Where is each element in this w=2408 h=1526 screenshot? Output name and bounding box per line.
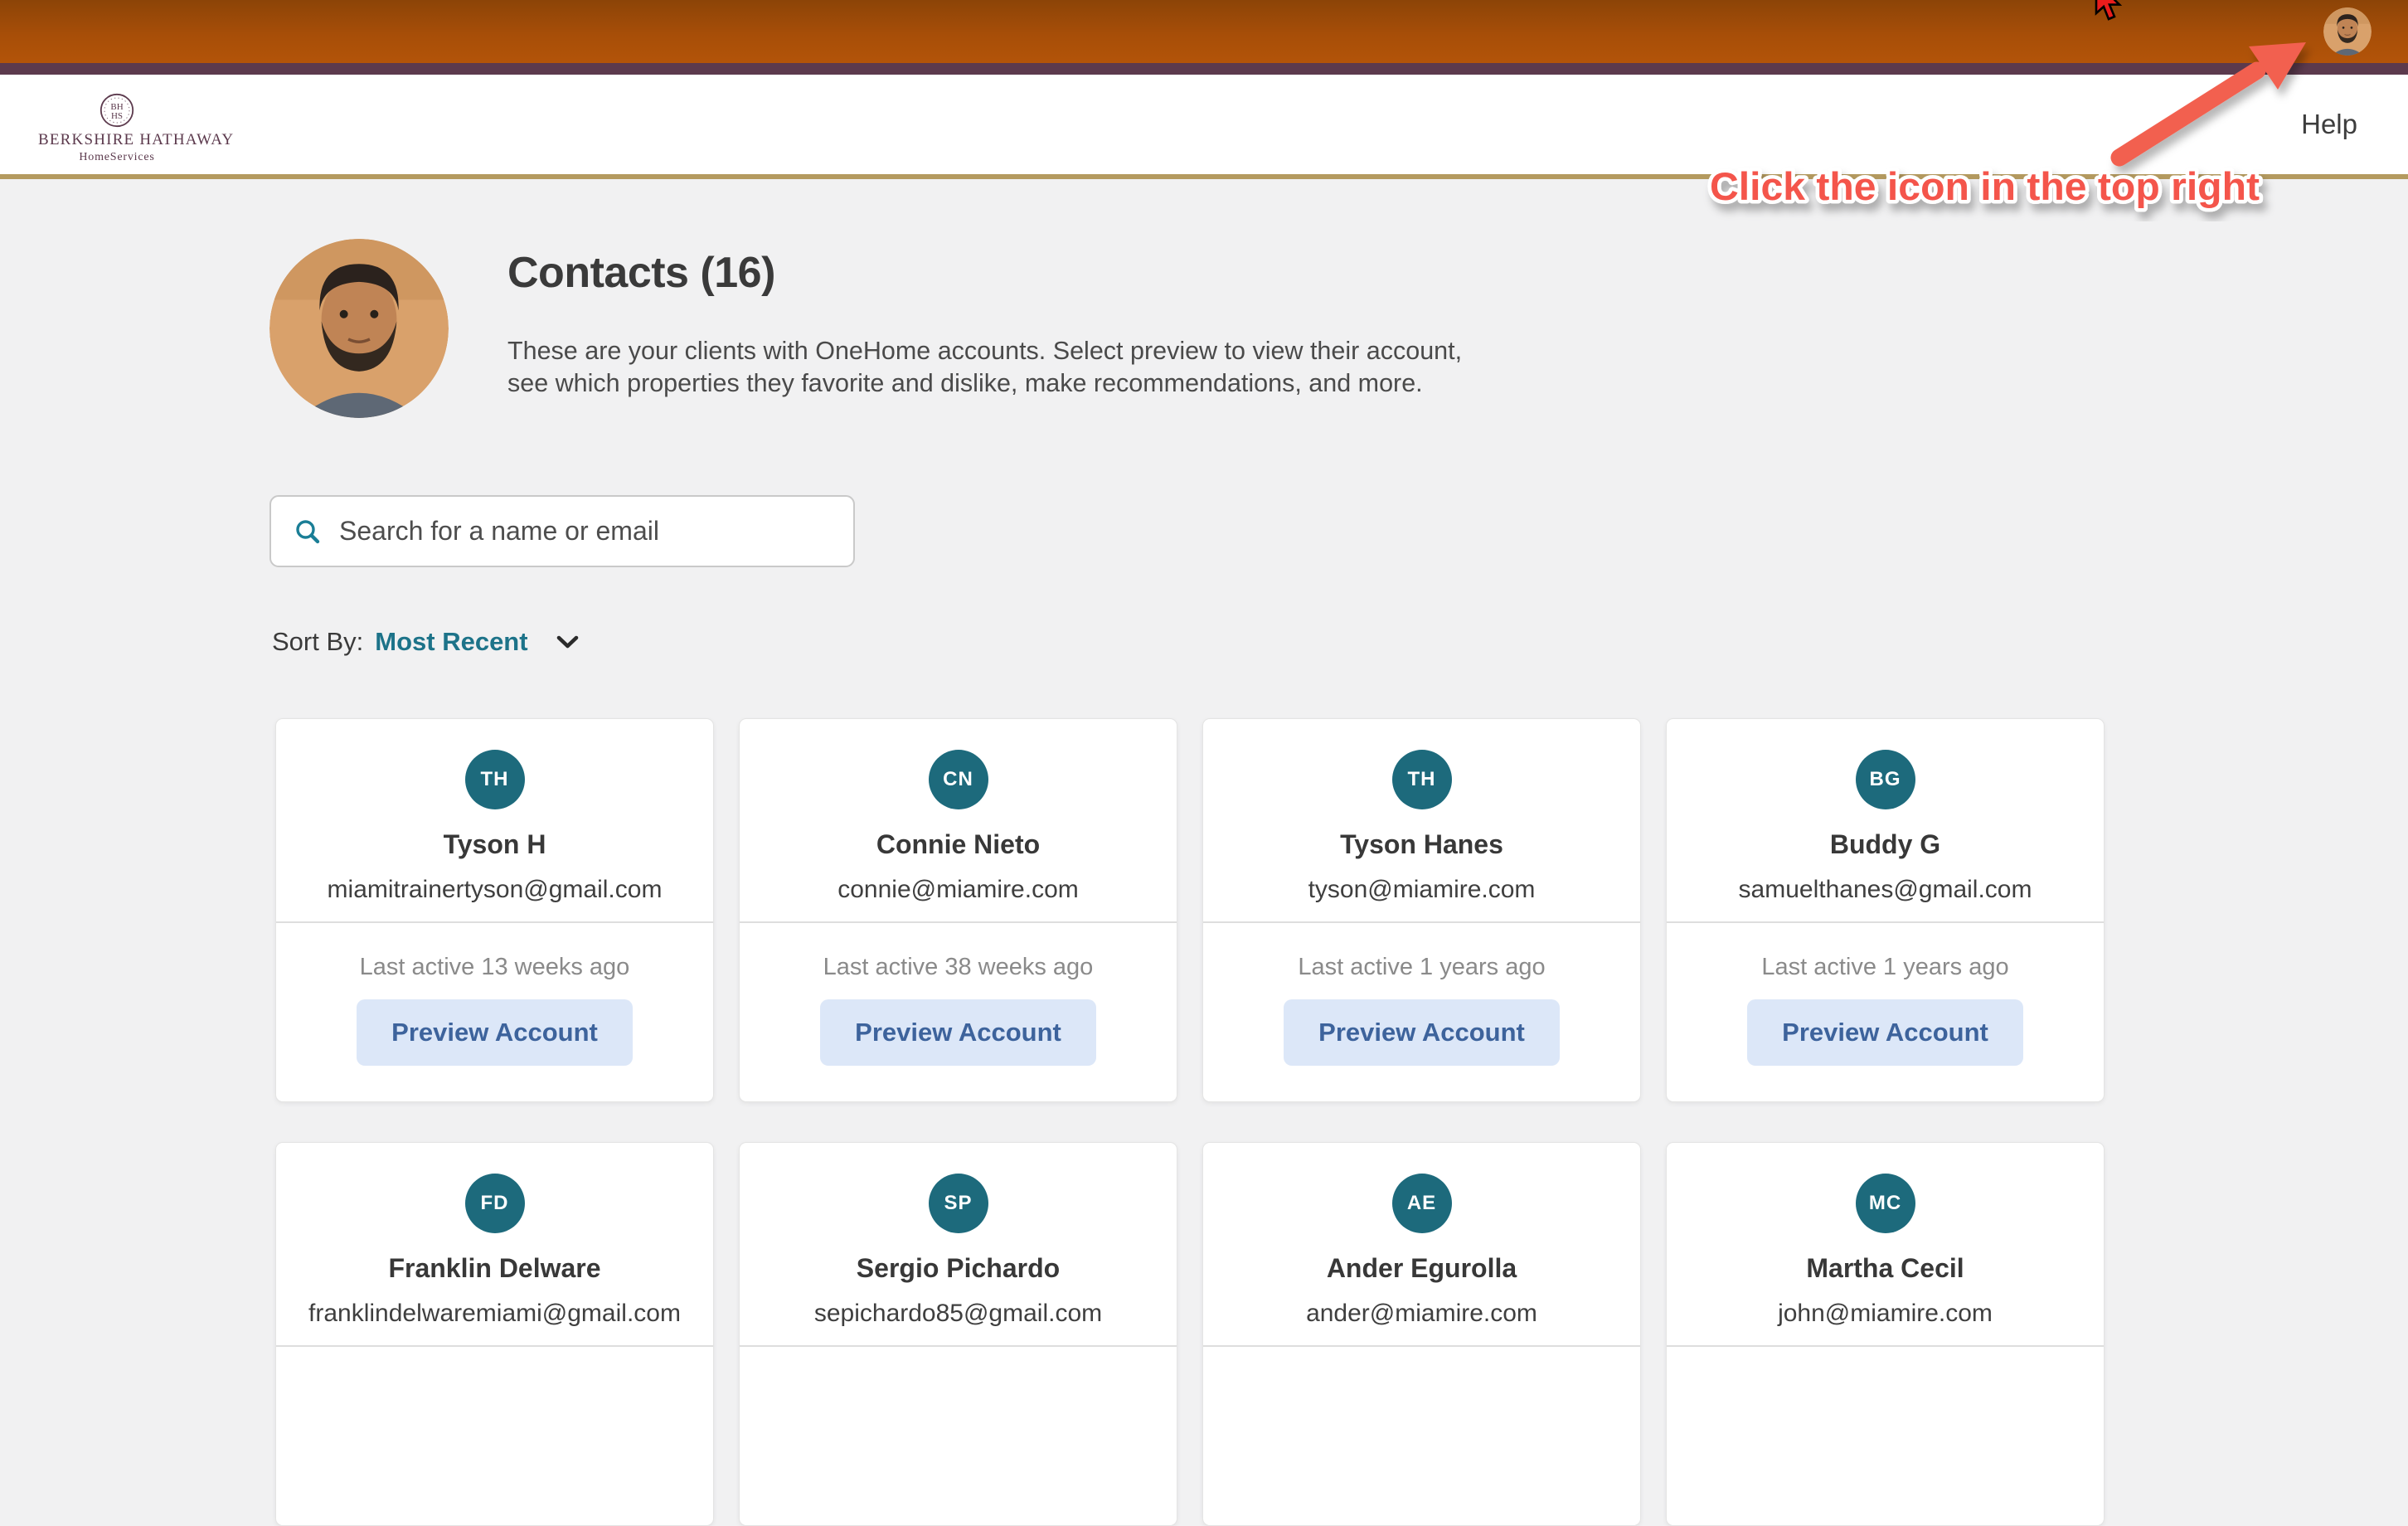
contact-email: sepichardo85@gmail.com <box>813 1300 1103 1327</box>
contact-card: TH Tyson Hanes tyson@miamire.com Last ac… <box>1202 718 1641 1102</box>
preview-account-button[interactable]: Preview Account <box>357 999 633 1066</box>
contact-card-top: MC Martha Cecil john@miamire.com <box>1667 1143 2104 1347</box>
contact-name: Buddy G <box>1829 829 1941 859</box>
contact-initials-avatar: SP <box>928 1174 988 1233</box>
contact-card-top: CN Connie Nieto connie@miamire.com <box>740 719 1177 923</box>
contact-name: Connie Nieto <box>876 829 1041 859</box>
brand-name: BERKSHIRE HATHAWAY <box>38 131 235 148</box>
contact-card-bottom <box>1203 1347 1640 1525</box>
search-input[interactable] <box>337 515 842 547</box>
sort-control[interactable]: Sort By: Most Recent <box>272 627 579 657</box>
contact-card-bottom <box>276 1347 713 1525</box>
contact-card: CN Connie Nieto connie@miamire.com Last … <box>739 718 1177 1102</box>
brand-subname: HomeServices <box>79 151 155 163</box>
sort-value[interactable]: Most Recent <box>375 627 527 657</box>
contact-card-bottom: Last active 1 years ago Preview Account <box>1203 923 1640 1101</box>
contact-card-top: TH Tyson H miamitrainertyson@gmail.com <box>276 719 713 923</box>
brand-accent-strip <box>0 63 2408 75</box>
profile-menu-avatar[interactable] <box>2323 7 2372 56</box>
brand-emblem-icon: BH HS <box>100 93 134 128</box>
search-icon <box>296 519 320 543</box>
contact-card-top: SP Sergio Pichardo sepichardo85@gmail.co… <box>740 1143 1177 1347</box>
contact-email: samuelthanes@gmail.com <box>1738 876 2032 903</box>
site-header: BH HS BERKSHIRE HATHAWAY HomeServices He… <box>0 75 2408 179</box>
last-active-text: Last active 13 weeks ago <box>359 954 630 980</box>
contact-card-bottom: Last active 1 years ago Preview Account <box>1667 923 2104 1101</box>
last-active-text: Last active 1 years ago <box>1298 954 1546 980</box>
chevron-down-icon[interactable] <box>556 635 579 649</box>
help-link[interactable]: Help <box>2301 109 2357 140</box>
contact-initials-avatar: AE <box>1391 1174 1452 1233</box>
last-active-text: Last active 1 years ago <box>1761 954 2009 980</box>
contact-initials-avatar: FD <box>464 1174 525 1233</box>
page-intro: Contacts (16) These are your clients wit… <box>507 245 1469 399</box>
page-description: These are your clients with OneHome acco… <box>507 337 1463 397</box>
contact-card: TH Tyson H miamitrainertyson@gmail.com L… <box>275 718 714 1102</box>
contact-email: miamitrainertyson@gmail.com <box>327 876 663 903</box>
contact-card-bottom: Last active 13 weeks ago Preview Account <box>276 923 713 1101</box>
sort-label: Sort By: <box>272 627 364 656</box>
search-box <box>269 495 855 567</box>
contact-card: FD Franklin Delware franklindelwaremiami… <box>275 1142 714 1526</box>
emblem-text-bottom: HS <box>111 111 123 121</box>
contact-card-top: AE Ander Egurolla ander@miamire.com <box>1203 1143 1640 1347</box>
contacts-grid: TH Tyson H miamitrainertyson@gmail.com L… <box>275 718 2105 1526</box>
contact-card-top: FD Franklin Delware franklindelwaremiami… <box>276 1143 713 1347</box>
brand-logo[interactable]: BH HS BERKSHIRE HATHAWAY HomeServices <box>38 93 235 164</box>
top-bar <box>0 0 2408 63</box>
preview-account-button[interactable]: Preview Account <box>1284 999 1560 1066</box>
contact-card-top: TH Tyson Hanes tyson@miamire.com <box>1203 719 1640 923</box>
contact-card-bottom <box>740 1347 1177 1525</box>
cursor-icon <box>2095 0 2131 25</box>
contact-name: Martha Cecil <box>1806 1253 1964 1283</box>
contact-initials-avatar: BG <box>1855 750 1915 809</box>
contact-email: john@miamire.com <box>1778 1300 1993 1327</box>
page-title: Contacts (16) <box>507 249 775 297</box>
contact-name: Franklin Delware <box>388 1253 601 1283</box>
preview-account-button[interactable]: Preview Account <box>820 999 1096 1066</box>
contact-email: tyson@miamire.com <box>1308 876 1536 903</box>
contact-card: SP Sergio Pichardo sepichardo85@gmail.co… <box>739 1142 1177 1526</box>
contact-card: AE Ander Egurolla ander@miamire.com <box>1202 1142 1641 1526</box>
contact-card-bottom: Last active 38 weeks ago Preview Account <box>740 923 1177 1101</box>
contact-card-top: BG Buddy G samuelthanes@gmail.com <box>1667 719 2104 923</box>
contact-email: ander@miamire.com <box>1306 1300 1537 1327</box>
contact-initials-avatar: TH <box>464 750 525 809</box>
contact-initials-avatar: CN <box>928 750 988 809</box>
contact-initials-avatar: TH <box>1391 750 1452 809</box>
contact-card: MC Martha Cecil john@miamire.com <box>1666 1142 2105 1526</box>
contact-name: Ander Egurolla <box>1326 1253 1517 1283</box>
contact-name: Tyson Hanes <box>1340 829 1503 859</box>
agent-avatar <box>269 239 449 418</box>
last-active-text: Last active 38 weeks ago <box>823 954 1094 980</box>
contact-card-bottom <box>1667 1347 2104 1525</box>
contact-email: franklindelwaremiami@gmail.com <box>308 1300 681 1327</box>
contact-email: connie@miamire.com <box>837 876 1079 903</box>
contact-name: Sergio Pichardo <box>856 1253 1061 1283</box>
contact-name: Tyson H <box>443 829 546 859</box>
contact-card: BG Buddy G samuelthanes@gmail.com Last a… <box>1666 718 2105 1102</box>
contact-initials-avatar: MC <box>1855 1174 1915 1233</box>
preview-account-button[interactable]: Preview Account <box>1747 999 2023 1066</box>
